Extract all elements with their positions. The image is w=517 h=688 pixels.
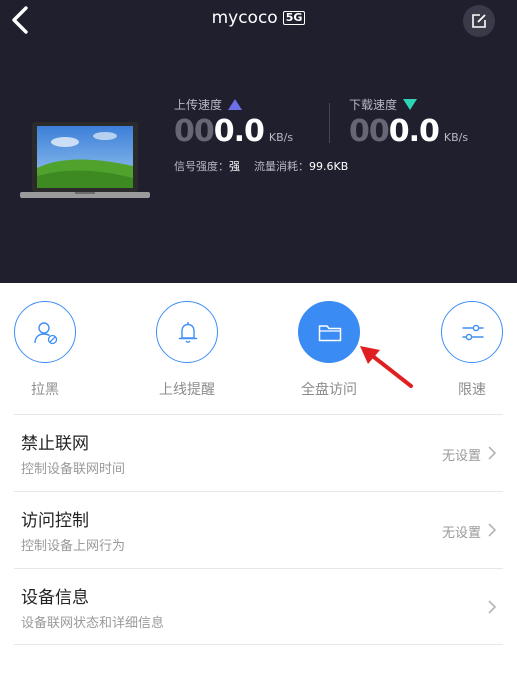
upload-label: 上传速度 xyxy=(174,98,223,112)
edit-button[interactable] xyxy=(463,5,495,37)
speed-limit-label: 限速 xyxy=(458,382,486,398)
sliders-icon xyxy=(462,324,484,341)
list-item-subtitle: 设备联网状态和详细信息 xyxy=(21,616,165,631)
device-stats: 信号强度：强 流量消耗：99.6KB xyxy=(174,158,348,174)
block-button[interactable]: 拉黑 xyxy=(0,301,95,399)
laptop-image xyxy=(20,122,150,198)
upload-unit: KB/s xyxy=(268,131,294,144)
download-speed-dim: 00 xyxy=(349,114,390,149)
upload-arrow-icon xyxy=(228,99,243,110)
list-item-network-ban[interactable]: 禁止联网 控制设备联网时间 无设置 xyxy=(14,414,503,491)
speed-limit-button[interactable]: 限速 xyxy=(422,301,517,399)
bell-icon xyxy=(178,322,198,343)
download-speed: 下载速度 00 0.0 KB/s xyxy=(349,96,468,149)
online-alert-label: 上线提醒 xyxy=(159,382,215,398)
metric-divider xyxy=(329,103,330,143)
device-header: mycoco 5G 上传速度 00 0.0 KB/s 下载速度 00 0.0 KB/s xyxy=(0,0,517,283)
chevron-right-icon xyxy=(488,523,497,537)
upload-speed: 上传速度 00 0.0 KB/s xyxy=(174,96,293,149)
user-block-icon xyxy=(34,322,58,345)
online-alert-circle[interactable] xyxy=(156,301,218,363)
list-item-title: 访问控制 xyxy=(21,511,89,531)
traffic-label: 流量消耗： xyxy=(254,160,309,173)
settings-list: 禁止联网 控制设备联网时间 无设置 访问控制 控制设备上网行为 无设置 设备信息… xyxy=(14,414,503,645)
action-bar: 拉黑 上线提醒 全盘访问 限速 xyxy=(0,283,517,413)
list-item-subtitle: 控制设备上网行为 xyxy=(21,539,126,554)
download-arrow-icon xyxy=(403,99,418,110)
download-speed-value: 0.0 xyxy=(388,114,440,149)
block-button-circle[interactable] xyxy=(14,301,76,363)
device-name: mycoco xyxy=(211,8,278,28)
list-item-value: 无设置 xyxy=(441,526,481,541)
title-bar: mycoco 5G xyxy=(0,8,517,28)
edit-icon xyxy=(472,14,486,28)
download-unit: KB/s xyxy=(443,131,469,144)
chevron-right-icon xyxy=(488,446,497,460)
upload-speed-dim: 00 xyxy=(174,114,215,149)
signal-label: 信号强度： xyxy=(174,160,229,173)
online-alert-button[interactable]: 上线提醒 xyxy=(137,301,237,399)
block-label: 拉黑 xyxy=(31,382,59,398)
traffic-value: 99.6KB xyxy=(309,160,349,173)
signal-value: 强 xyxy=(229,160,240,173)
list-item-access-control[interactable]: 访问控制 控制设备上网行为 无设置 xyxy=(14,491,503,568)
list-item-title: 禁止联网 xyxy=(21,434,89,454)
speed-limit-circle[interactable] xyxy=(441,301,503,363)
list-item-device-info[interactable]: 设备信息 设备联网状态和详细信息 xyxy=(14,568,503,645)
list-item-value: 无设置 xyxy=(441,449,481,464)
upload-speed-value: 0.0 xyxy=(213,114,265,149)
download-label: 下载速度 xyxy=(349,98,398,112)
annotation-arrow-icon xyxy=(360,346,413,388)
list-item-title: 设备信息 xyxy=(21,588,89,608)
list-item-subtitle: 控制设备联网时间 xyxy=(21,462,126,477)
folder-icon xyxy=(318,325,342,342)
full-disk-access-circle[interactable] xyxy=(298,301,360,363)
network-badge: 5G xyxy=(282,11,306,25)
chevron-right-icon xyxy=(488,600,497,614)
